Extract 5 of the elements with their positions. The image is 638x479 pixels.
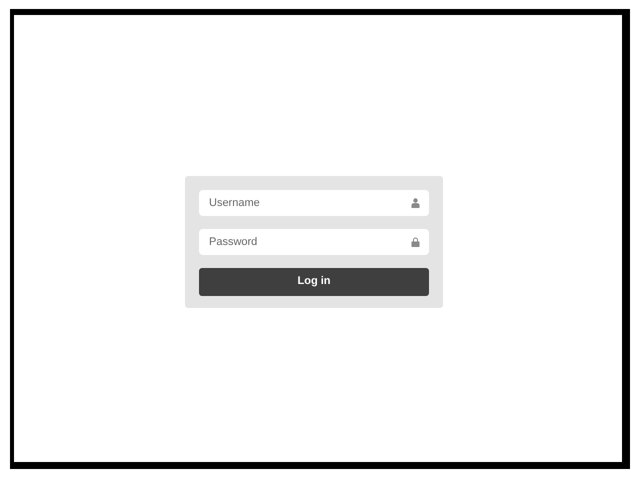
login-button[interactable]: Log in	[199, 268, 429, 296]
username-field[interactable]: Username	[199, 190, 429, 216]
password-field[interactable]: Password	[199, 228, 429, 254]
lock-icon	[411, 236, 420, 246]
user-icon	[411, 198, 420, 208]
